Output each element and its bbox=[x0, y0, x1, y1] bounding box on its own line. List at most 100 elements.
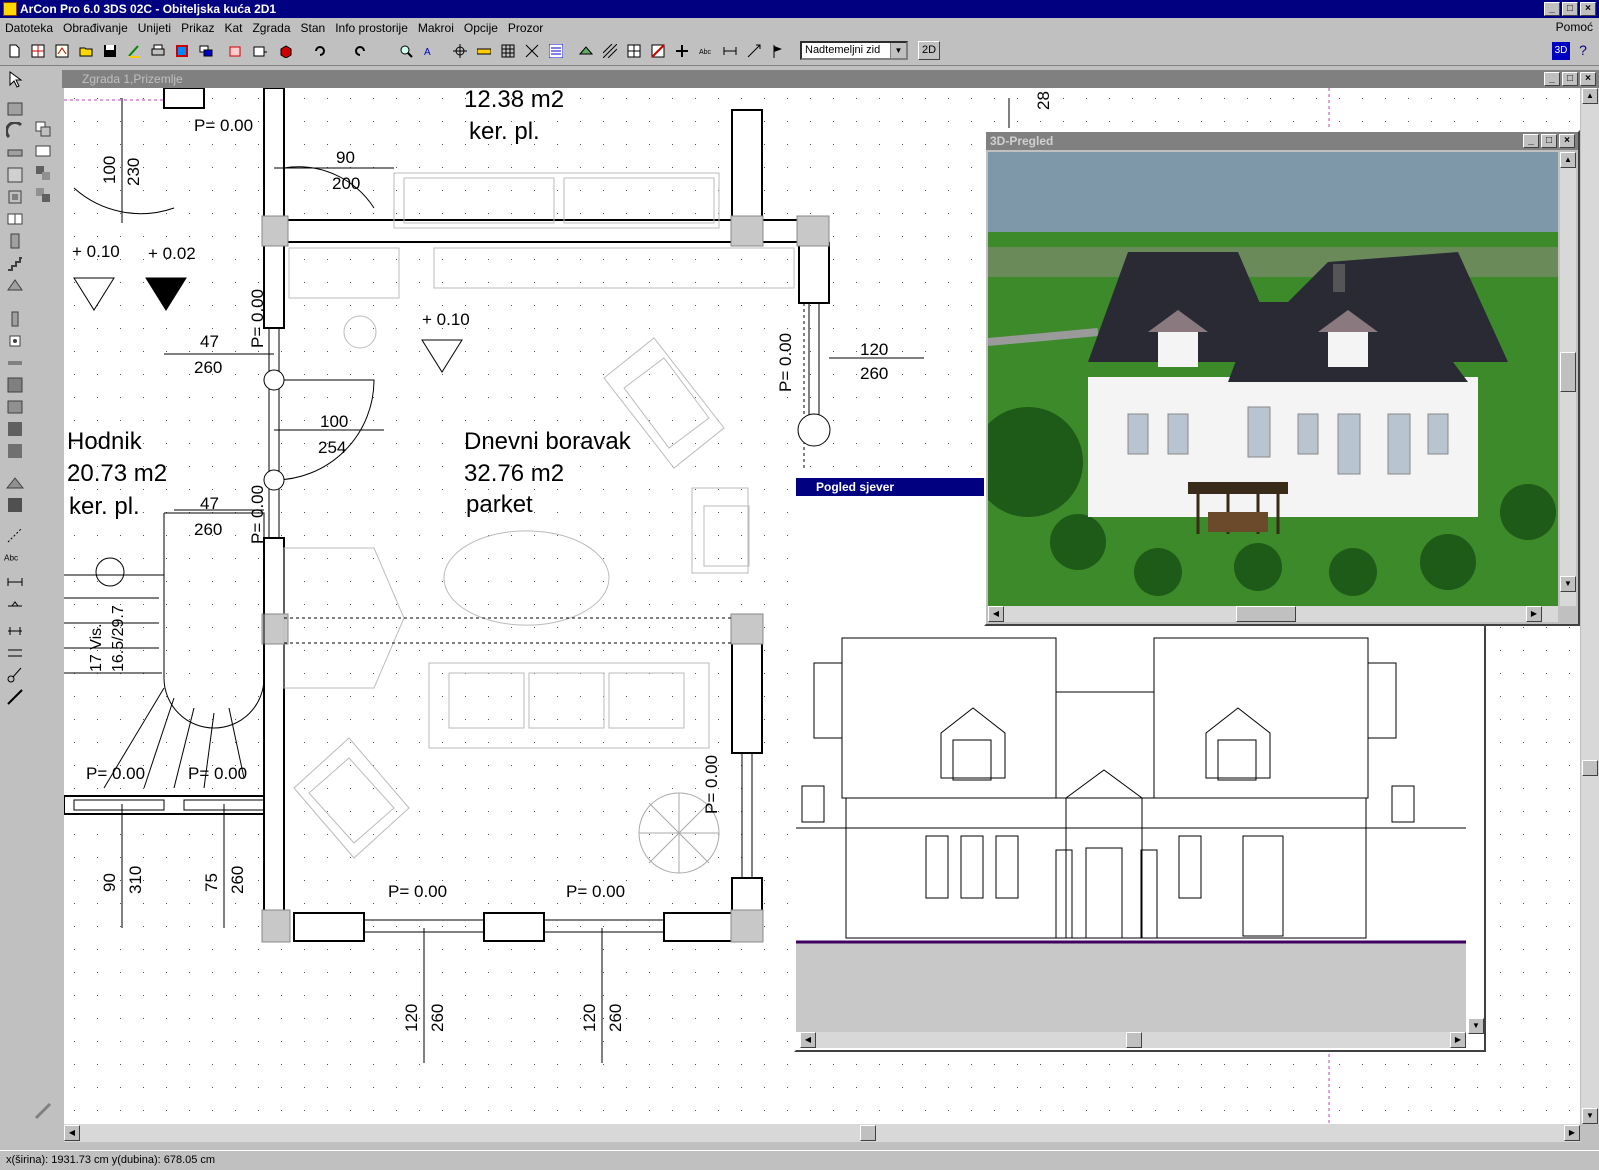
view3d-maximize-icon[interactable]: □ bbox=[1541, 134, 1557, 148]
label-button[interactable]: Abc bbox=[696, 41, 716, 61]
plate-tool-icon[interactable] bbox=[6, 496, 24, 514]
scroll-thumb[interactable] bbox=[860, 1125, 876, 1141]
scroll-thumb[interactable] bbox=[1582, 760, 1598, 776]
scroll-right-icon[interactable]: ▶ bbox=[1564, 1125, 1580, 1141]
align-tool-icon[interactable] bbox=[6, 644, 24, 662]
new-plan-button[interactable] bbox=[28, 41, 48, 61]
floorplan-hscroll[interactable]: ◀ ▶ bbox=[64, 1124, 1580, 1142]
chimney-tool-icon[interactable] bbox=[6, 332, 24, 350]
measure-tool-icon[interactable] bbox=[6, 622, 24, 640]
view3d-minimize-icon[interactable]: _ bbox=[1523, 134, 1539, 148]
measure-button[interactable] bbox=[474, 41, 494, 61]
scroll-thumb[interactable] bbox=[1126, 1032, 1142, 1048]
pencil-tool-icon[interactable] bbox=[34, 1102, 52, 1120]
level-tool-icon[interactable] bbox=[6, 398, 24, 416]
menu-pomoc[interactable]: Pomoć bbox=[1556, 20, 1593, 34]
terrain-tool-icon[interactable] bbox=[6, 442, 24, 460]
roof-button[interactable] bbox=[576, 41, 596, 61]
view-3d-button[interactable]: 3D bbox=[1552, 42, 1570, 60]
hpgl-button[interactable] bbox=[546, 41, 566, 61]
column-tool-icon[interactable] bbox=[6, 310, 24, 328]
furniture-button[interactable] bbox=[276, 41, 296, 61]
beam-tool-icon[interactable] bbox=[6, 354, 24, 372]
arc-wall-tool-icon[interactable] bbox=[6, 122, 24, 140]
dormer-tool-icon[interactable] bbox=[6, 276, 24, 294]
cabinet-tool-icon[interactable] bbox=[6, 420, 24, 438]
group-tool-icon[interactable] bbox=[34, 164, 52, 182]
chevron-down-icon[interactable]: ▼ bbox=[890, 43, 906, 58]
maximize-icon[interactable]: □ bbox=[1562, 2, 1578, 16]
menu-unijeti[interactable]: Unijeti bbox=[133, 21, 176, 35]
open-button[interactable] bbox=[76, 41, 96, 61]
save-button[interactable] bbox=[100, 41, 120, 61]
scroll-right-icon[interactable]: ▶ bbox=[1526, 606, 1542, 622]
scroll-down-icon[interactable]: ▼ bbox=[1582, 1108, 1598, 1124]
view3d-window[interactable]: 3D-Pregled _ □ × ▲ ▼ ◀ ▶ bbox=[984, 130, 1580, 626]
hatch-button[interactable] bbox=[600, 41, 620, 61]
scroll-left-icon[interactable]: ◀ bbox=[64, 1125, 80, 1141]
floorplan-maximize-icon[interactable]: □ bbox=[1562, 72, 1578, 86]
new-file-button[interactable] bbox=[4, 41, 24, 61]
view-2d-button[interactable]: 2D bbox=[918, 41, 940, 60]
scroll-down-icon[interactable]: ▼ bbox=[1468, 1018, 1484, 1034]
move-button[interactable] bbox=[672, 41, 692, 61]
menu-info-prostorije[interactable]: Info prostorije bbox=[330, 21, 413, 35]
select-arrow-icon[interactable] bbox=[6, 70, 24, 88]
wall-tool-icon[interactable] bbox=[6, 100, 24, 118]
opening-tool-icon[interactable] bbox=[6, 188, 24, 206]
undo-button[interactable] bbox=[310, 41, 330, 61]
text-tool-icon[interactable]: Abc bbox=[4, 548, 22, 566]
menu-zgrada[interactable]: Zgrada bbox=[247, 21, 295, 35]
menu-prikaz[interactable]: Prikaz bbox=[176, 21, 219, 35]
mirror-tool-icon[interactable] bbox=[34, 142, 52, 160]
ungroup-tool-icon[interactable] bbox=[34, 186, 52, 204]
scroll-thumb[interactable] bbox=[1560, 352, 1576, 392]
level-marker-tool-icon[interactable] bbox=[6, 594, 24, 612]
grid-button[interactable] bbox=[498, 41, 518, 61]
view3d-render[interactable] bbox=[988, 152, 1558, 606]
scroll-thumb[interactable] bbox=[1236, 606, 1296, 622]
wall-button[interactable] bbox=[226, 41, 246, 61]
floorplan-close-icon[interactable]: × bbox=[1580, 72, 1596, 86]
scissors-tool-icon[interactable] bbox=[6, 666, 24, 684]
redo-button[interactable] bbox=[350, 41, 370, 61]
arrow-button[interactable] bbox=[744, 41, 764, 61]
menu-stan[interactable]: Stan bbox=[296, 21, 331, 35]
view3d-close-icon[interactable]: × bbox=[1559, 134, 1575, 148]
floorplan-canvas[interactable]: 12.38 m2 ker. pl. Hodnik 20.73 m2 ker. p… bbox=[64, 88, 1580, 1124]
door-insert-button[interactable] bbox=[648, 41, 668, 61]
help-arrow-icon[interactable]: ? bbox=[1574, 42, 1592, 60]
menu-datoteka[interactable]: Datoteka bbox=[0, 21, 58, 35]
menu-opcije[interactable]: Opcije bbox=[459, 21, 503, 35]
scroll-left-icon[interactable]: ◀ bbox=[800, 1032, 816, 1048]
room-tool-icon[interactable] bbox=[6, 166, 24, 184]
snap-button[interactable] bbox=[522, 41, 542, 61]
crosshair-button[interactable] bbox=[450, 41, 470, 61]
scroll-up-icon[interactable]: ▲ bbox=[1582, 88, 1598, 104]
line-tool-icon[interactable] bbox=[6, 526, 24, 544]
close-icon[interactable]: × bbox=[1580, 2, 1596, 16]
diagonal-line-tool-icon[interactable] bbox=[6, 688, 24, 706]
minimize-icon[interactable]: _ bbox=[1544, 2, 1560, 16]
text-button[interactable]: A bbox=[420, 41, 440, 61]
wall-type-select[interactable]: Nadtemeljni zid ▼ bbox=[800, 41, 908, 60]
scroll-right-icon[interactable]: ▶ bbox=[1450, 1032, 1466, 1048]
roof-tool-icon[interactable] bbox=[6, 474, 24, 492]
stair-tool-icon[interactable] bbox=[6, 254, 24, 272]
window-insert-button[interactable] bbox=[624, 41, 644, 61]
import-button[interactable] bbox=[52, 41, 72, 61]
floorplan-vscroll[interactable]: ▲ ▼ bbox=[1581, 88, 1599, 1124]
ceiling-tool-icon[interactable] bbox=[6, 144, 24, 162]
floorplan-minimize-icon[interactable]: _ bbox=[1544, 72, 1560, 86]
menu-obradivanje[interactable]: Obrađivanje bbox=[58, 21, 133, 35]
zoom-button[interactable] bbox=[396, 41, 416, 61]
scroll-down-icon[interactable]: ▼ bbox=[1560, 576, 1576, 592]
scroll-up-icon[interactable]: ▲ bbox=[1560, 152, 1576, 168]
menu-kat[interactable]: Kat bbox=[219, 21, 247, 35]
door-tool-icon[interactable] bbox=[6, 232, 24, 250]
menu-prozor[interactable]: Prozor bbox=[503, 21, 548, 35]
flag-button[interactable] bbox=[768, 41, 788, 61]
window-tool-icon[interactable] bbox=[6, 210, 24, 228]
dimension-tool-icon[interactable] bbox=[6, 572, 24, 590]
room-button[interactable] bbox=[250, 41, 270, 61]
